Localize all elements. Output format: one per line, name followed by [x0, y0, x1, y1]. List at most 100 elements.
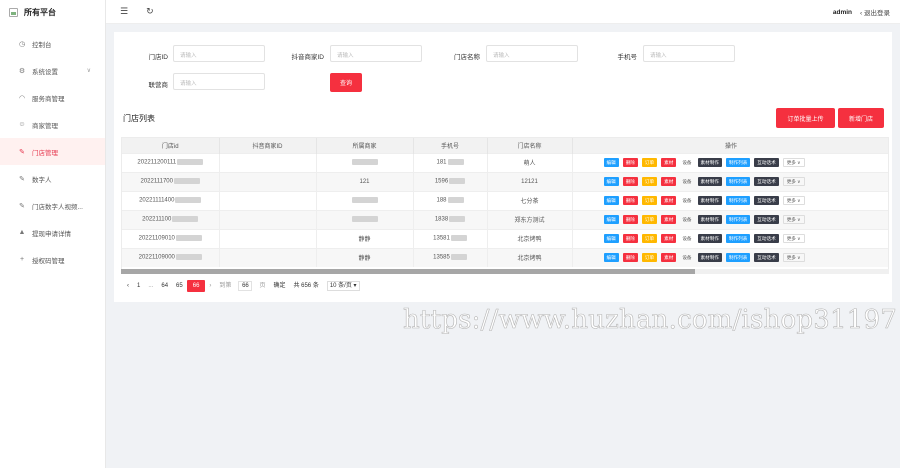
sidebar-item-settings[interactable]: ⚙ 系统设置 ∨: [0, 57, 105, 84]
material-make-button[interactable]: 素材制作: [697, 158, 722, 167]
page-64[interactable]: 64: [157, 280, 172, 292]
phone-label: 手机号: [617, 54, 638, 61]
material-make-button[interactable]: 素材制作: [697, 253, 722, 263]
redacted-block: [447, 197, 464, 204]
delete-button[interactable]: 删除: [622, 196, 638, 205]
more-dropdown[interactable]: 更多 ∨: [782, 158, 805, 167]
add-store-button[interactable]: 新增门店: [838, 108, 884, 128]
edit-button[interactable]: 编辑: [603, 215, 619, 224]
col-douyin-id[interactable]: 抖音商家ID: [219, 138, 317, 153]
store-name-input[interactable]: 请输入: [486, 45, 578, 62]
sidebar-item-digital-human[interactable]: ✎ 数字人: [0, 165, 105, 192]
edit-button[interactable]: 编辑: [603, 253, 619, 263]
edit-button[interactable]: 编辑: [603, 196, 619, 205]
page-65[interactable]: 65: [172, 280, 187, 292]
douyin-id-input[interactable]: 请输入: [330, 45, 422, 62]
col-merchant[interactable]: 所属商家: [316, 138, 414, 153]
sidebar-item-dashboard[interactable]: ◷ 控制台: [0, 30, 105, 57]
edit-button[interactable]: 编辑: [603, 158, 619, 167]
edit-button[interactable]: 编辑: [603, 177, 619, 186]
cell-store-id-text: 2022111700: [140, 178, 173, 185]
more-dropdown[interactable]: 更多 ∨: [782, 215, 805, 224]
order-button[interactable]: 订单: [641, 158, 658, 167]
menu-toggle-icon[interactable]: ☰: [120, 6, 128, 17]
cell-douyin-id: [219, 171, 317, 191]
operator-input[interactable]: 请输入: [173, 73, 265, 90]
device-button[interactable]: 设备: [680, 177, 693, 186]
more-dropdown[interactable]: 更多 ∨: [782, 196, 805, 205]
col-phone[interactable]: 手机号: [413, 138, 488, 153]
device-button[interactable]: 设备: [680, 253, 693, 262]
make-list-button[interactable]: 制作列表: [725, 177, 751, 186]
sidebar-item-license-codes[interactable]: + 授权码管理: [0, 246, 105, 273]
batch-upload-button[interactable]: 订单批量上传: [776, 108, 835, 128]
col-store-name[interactable]: 门店名称: [487, 138, 573, 153]
material-button[interactable]: 素材: [661, 177, 677, 186]
device-button[interactable]: 设备: [680, 215, 693, 224]
prev-page-icon[interactable]: ‹: [123, 280, 133, 292]
col-store-id[interactable]: 门店id: [122, 138, 220, 153]
page-current[interactable]: 66: [186, 280, 206, 292]
sidebar-item-merchants[interactable]: ☺ 商家管理: [0, 111, 105, 138]
delete-button[interactable]: 删除: [622, 158, 638, 167]
device-button[interactable]: 设备: [680, 158, 693, 167]
material-button[interactable]: 素材: [661, 158, 677, 167]
make-list-button[interactable]: 制作列表: [725, 234, 751, 243]
material-button[interactable]: 素材: [661, 215, 677, 224]
make-list-button[interactable]: 制作列表: [725, 215, 751, 224]
horizontal-scrollbar[interactable]: [121, 269, 889, 274]
script-button[interactable]: 互动话术: [754, 215, 779, 224]
store-id-input[interactable]: 请输入: [173, 45, 265, 62]
material-make-button[interactable]: 素材制作: [697, 215, 722, 224]
refresh-icon[interactable]: ↻: [146, 6, 154, 17]
cell-douyin-id: [219, 247, 317, 267]
material-button[interactable]: 素材: [661, 253, 677, 263]
delete-button[interactable]: 删除: [622, 215, 638, 224]
more-dropdown[interactable]: 更多 ∨: [782, 234, 805, 243]
page-size-select[interactable]: 10 条/页 ▾: [326, 281, 360, 291]
goto-confirm-button[interactable]: 确定: [269, 280, 289, 292]
material-make-button[interactable]: 素材制作: [697, 196, 722, 205]
goto-page-input[interactable]: 66: [238, 281, 253, 291]
make-list-button[interactable]: 制作列表: [725, 253, 751, 263]
username[interactable]: admin: [833, 9, 852, 16]
script-button[interactable]: 互动话术: [754, 234, 779, 243]
material-make-button[interactable]: 素材制作: [697, 234, 722, 243]
more-dropdown[interactable]: 更多 ∨: [782, 253, 805, 263]
logout-link[interactable]: ‹ 退出登录: [860, 7, 890, 17]
make-list-button[interactable]: 制作列表: [725, 158, 751, 167]
device-button[interactable]: 设备: [680, 234, 693, 243]
next-page-icon[interactable]: ›: [205, 280, 215, 292]
sidebar-item-store-videos[interactable]: ✎ 门店数字人视频...: [0, 192, 105, 219]
page-1[interactable]: 1: [133, 280, 144, 292]
order-button[interactable]: 订单: [641, 215, 658, 224]
sidebar-item-providers[interactable]: ◠ 服务商管理: [0, 84, 105, 111]
script-button[interactable]: 互动话术: [754, 177, 779, 186]
device-button[interactable]: 设备: [680, 196, 693, 205]
order-button[interactable]: 订单: [641, 196, 658, 205]
sidebar-item-withdrawals[interactable]: ▲ 提现申请详情: [0, 219, 105, 246]
edit-icon: ✎: [19, 175, 25, 183]
delete-button[interactable]: 删除: [622, 253, 638, 263]
order-button[interactable]: 订单: [641, 177, 658, 186]
edit-button[interactable]: 编辑: [603, 234, 619, 243]
material-button[interactable]: 素材: [661, 234, 677, 243]
cell-store-id-text: 20221109000: [138, 255, 175, 262]
material-make-button[interactable]: 素材制作: [697, 177, 722, 186]
order-button[interactable]: 订单: [641, 253, 658, 263]
sidebar-item-stores[interactable]: ✎ 门店管理: [0, 138, 105, 165]
query-button[interactable]: 查询: [330, 73, 362, 92]
script-button[interactable]: 互动话术: [754, 196, 779, 205]
delete-button[interactable]: 删除: [622, 234, 638, 243]
make-list-button[interactable]: 制作列表: [725, 196, 751, 205]
material-button[interactable]: 素材: [661, 196, 677, 205]
script-button[interactable]: 互动话术: [754, 253, 779, 263]
order-button[interactable]: 订单: [641, 234, 658, 243]
script-button[interactable]: 互动话术: [754, 158, 779, 167]
phone-input[interactable]: 请输入: [643, 45, 735, 62]
delete-button[interactable]: 删除: [622, 177, 638, 186]
scrollbar-thumb[interactable]: [121, 269, 695, 274]
cell-actions: 编辑 删除 订单 素材 设备 素材制作 制作列表 互动话术 更多 ∨: [572, 247, 888, 267]
cell-store-name: 北京烤鸭: [487, 228, 573, 248]
more-dropdown[interactable]: 更多 ∨: [782, 177, 805, 186]
